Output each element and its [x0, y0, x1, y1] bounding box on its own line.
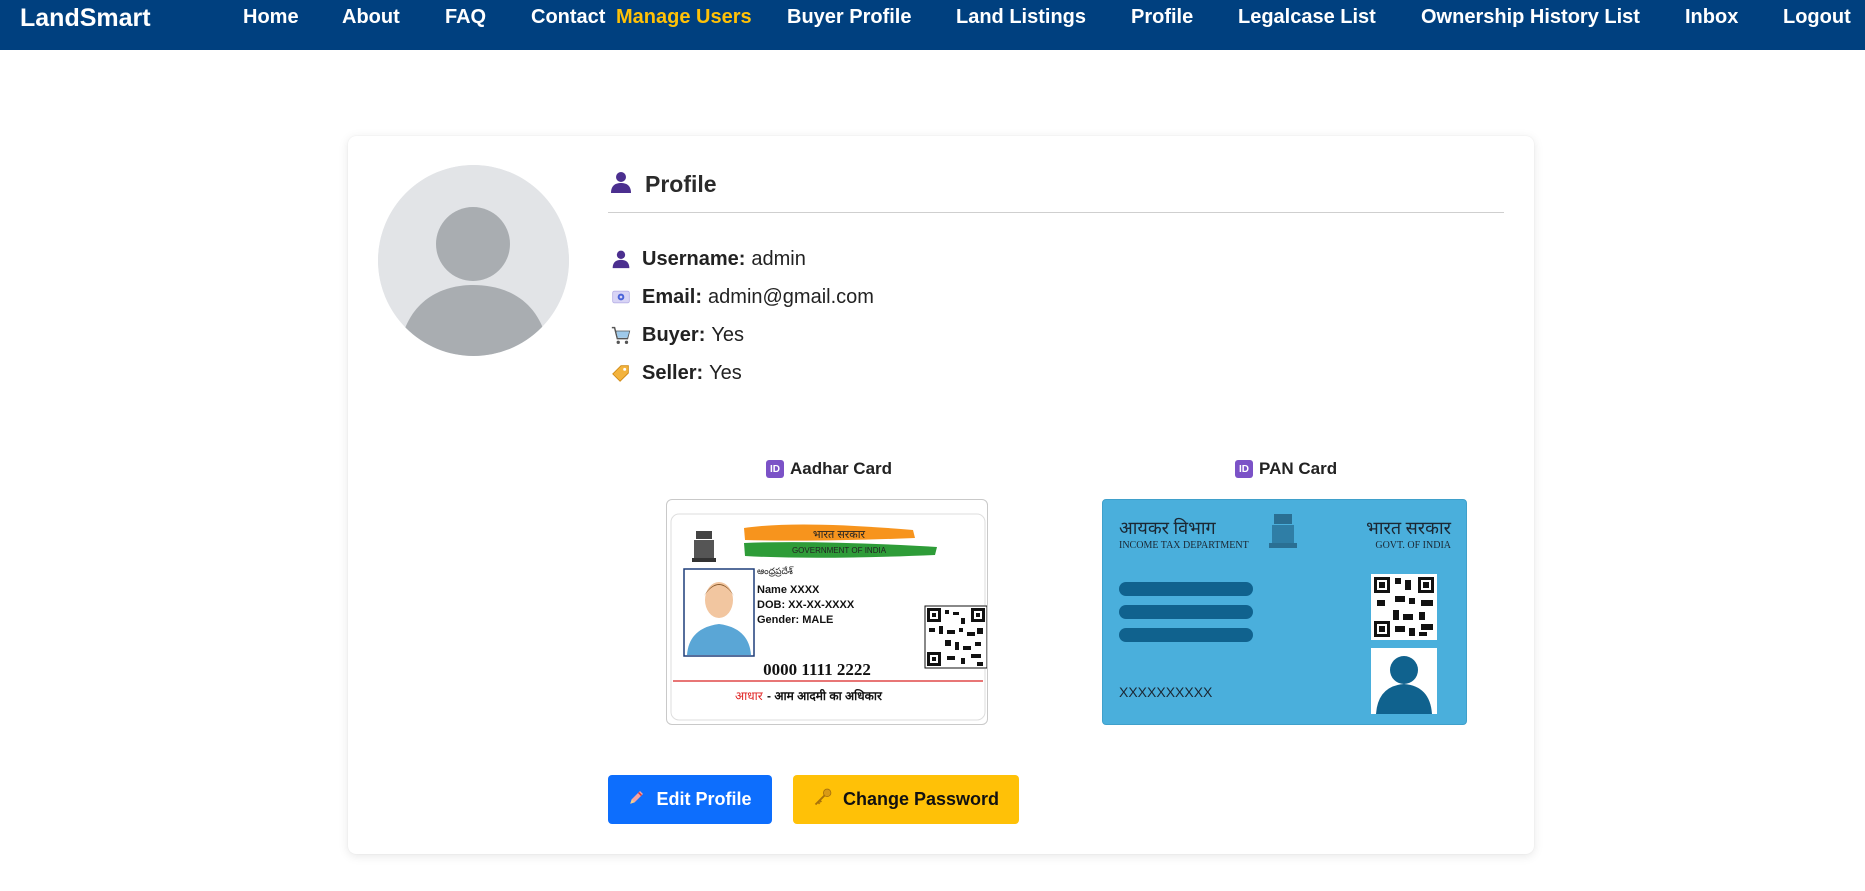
id-icon: ID	[1235, 460, 1253, 478]
buyer-value: Yes	[711, 323, 744, 346]
navbar: LandSmart Home About FAQ Contact Manage …	[0, 0, 1865, 50]
pan-card-artwork: आयकर विभाग INCOME TAX DEPARTMENT भारत सर…	[1119, 514, 1452, 714]
edit-profile-button[interactable]: Edit Profile	[608, 775, 772, 824]
qr-code-icon	[1371, 574, 1437, 640]
profile-heading: Profile	[609, 169, 717, 199]
profile-divider	[608, 212, 1504, 213]
svg-text:XXXXXXXXXX: XXXXXXXXXX	[1119, 684, 1213, 700]
svg-text:भारत सरकार: भारत सरकार	[813, 529, 866, 541]
change-password-button[interactable]: Change Password	[793, 775, 1019, 824]
nav-legalcase-list[interactable]: Legalcase List	[1238, 6, 1376, 28]
aadhar-card-image[interactable]: भारत सरकार GOVERNMENT OF INDIA ఆంధ్రప్రద…	[666, 499, 988, 725]
svg-text:- आम आदमी का अधिकार: - आम आदमी का अधिकार	[767, 689, 883, 703]
tag-icon	[610, 362, 632, 384]
svg-text:आधार: आधार	[735, 689, 764, 703]
pencil-icon	[628, 788, 646, 811]
svg-text:भारत सरकार: भारत सरकार	[1366, 518, 1451, 538]
seller-value: Yes	[709, 361, 742, 384]
user-icon	[609, 170, 633, 199]
qr-code-icon	[924, 605, 987, 669]
user-icon	[610, 248, 632, 270]
nav-logout[interactable]: Logout	[1783, 6, 1851, 28]
nav-about[interactable]: About	[342, 6, 400, 28]
cart-icon	[610, 324, 632, 346]
seller-row: Seller: Yes	[610, 361, 742, 385]
nav-contact[interactable]: Contact	[531, 6, 605, 28]
id-icon: ID	[766, 460, 784, 478]
aadhar-card-artwork: भारत सरकार GOVERNMENT OF INDIA ఆంధ్రప్రద…	[670, 513, 987, 721]
aadhar-card-label: ID Aadhar Card	[766, 459, 892, 479]
seller-label: Seller:	[642, 361, 704, 384]
nav-home[interactable]: Home	[243, 6, 299, 28]
avatar-placeholder-icon	[378, 165, 569, 356]
emblem-icon	[1269, 514, 1297, 548]
email-label: Email:	[642, 285, 703, 308]
nav-ownership-history-list[interactable]: Ownership History List	[1421, 6, 1640, 28]
photo-person-icon	[1371, 648, 1437, 714]
key-icon	[813, 787, 833, 812]
svg-text:GOVT. OF INDIA: GOVT. OF INDIA	[1375, 540, 1451, 551]
nav-land-listings[interactable]: Land Listings	[956, 6, 1086, 28]
svg-text:ఆంధ్రప్రదేశ్: ఆంధ్రప్రదేశ్	[757, 566, 794, 577]
svg-text:GOVERNMENT OF INDIA: GOVERNMENT OF INDIA	[792, 546, 887, 555]
nav-buyer-profile[interactable]: Buyer Profile	[787, 6, 911, 28]
nav-manage-users[interactable]: Manage Users	[616, 6, 752, 28]
nav-faq[interactable]: FAQ	[445, 6, 486, 28]
email-icon	[610, 286, 632, 308]
username-label: Username:	[642, 247, 746, 270]
buyer-row: Buyer: Yes	[610, 323, 744, 347]
svg-text:INCOME TAX DEPARTMENT: INCOME TAX DEPARTMENT	[1119, 540, 1249, 551]
svg-text:DOB: XX-XX-XXXX: DOB: XX-XX-XXXX	[757, 599, 855, 611]
nav-inbox[interactable]: Inbox	[1685, 6, 1738, 28]
email-value: admin@gmail.com	[708, 285, 874, 308]
svg-text:आयकर विभाग: आयकर विभाग	[1119, 517, 1217, 538]
nav-profile[interactable]: Profile	[1131, 6, 1193, 28]
email-row: Email: admin@gmail.com	[610, 285, 874, 309]
svg-text:Name XXXX: Name XXXX	[757, 584, 820, 596]
username-row: Username: admin	[610, 247, 806, 271]
pan-card-label: ID PAN Card	[1235, 459, 1337, 479]
svg-text:0000 1111 2222: 0000 1111 2222	[763, 660, 871, 679]
pan-card-image[interactable]: आयकर विभाग INCOME TAX DEPARTMENT भारत सर…	[1102, 499, 1467, 725]
profile-title: Profile	[645, 170, 717, 197]
buyer-label: Buyer:	[642, 323, 706, 346]
avatar	[378, 165, 569, 356]
svg-text:Gender: MALE: Gender: MALE	[757, 614, 833, 626]
brand-logo[interactable]: LandSmart	[20, 5, 151, 31]
username-value: admin	[751, 247, 806, 270]
